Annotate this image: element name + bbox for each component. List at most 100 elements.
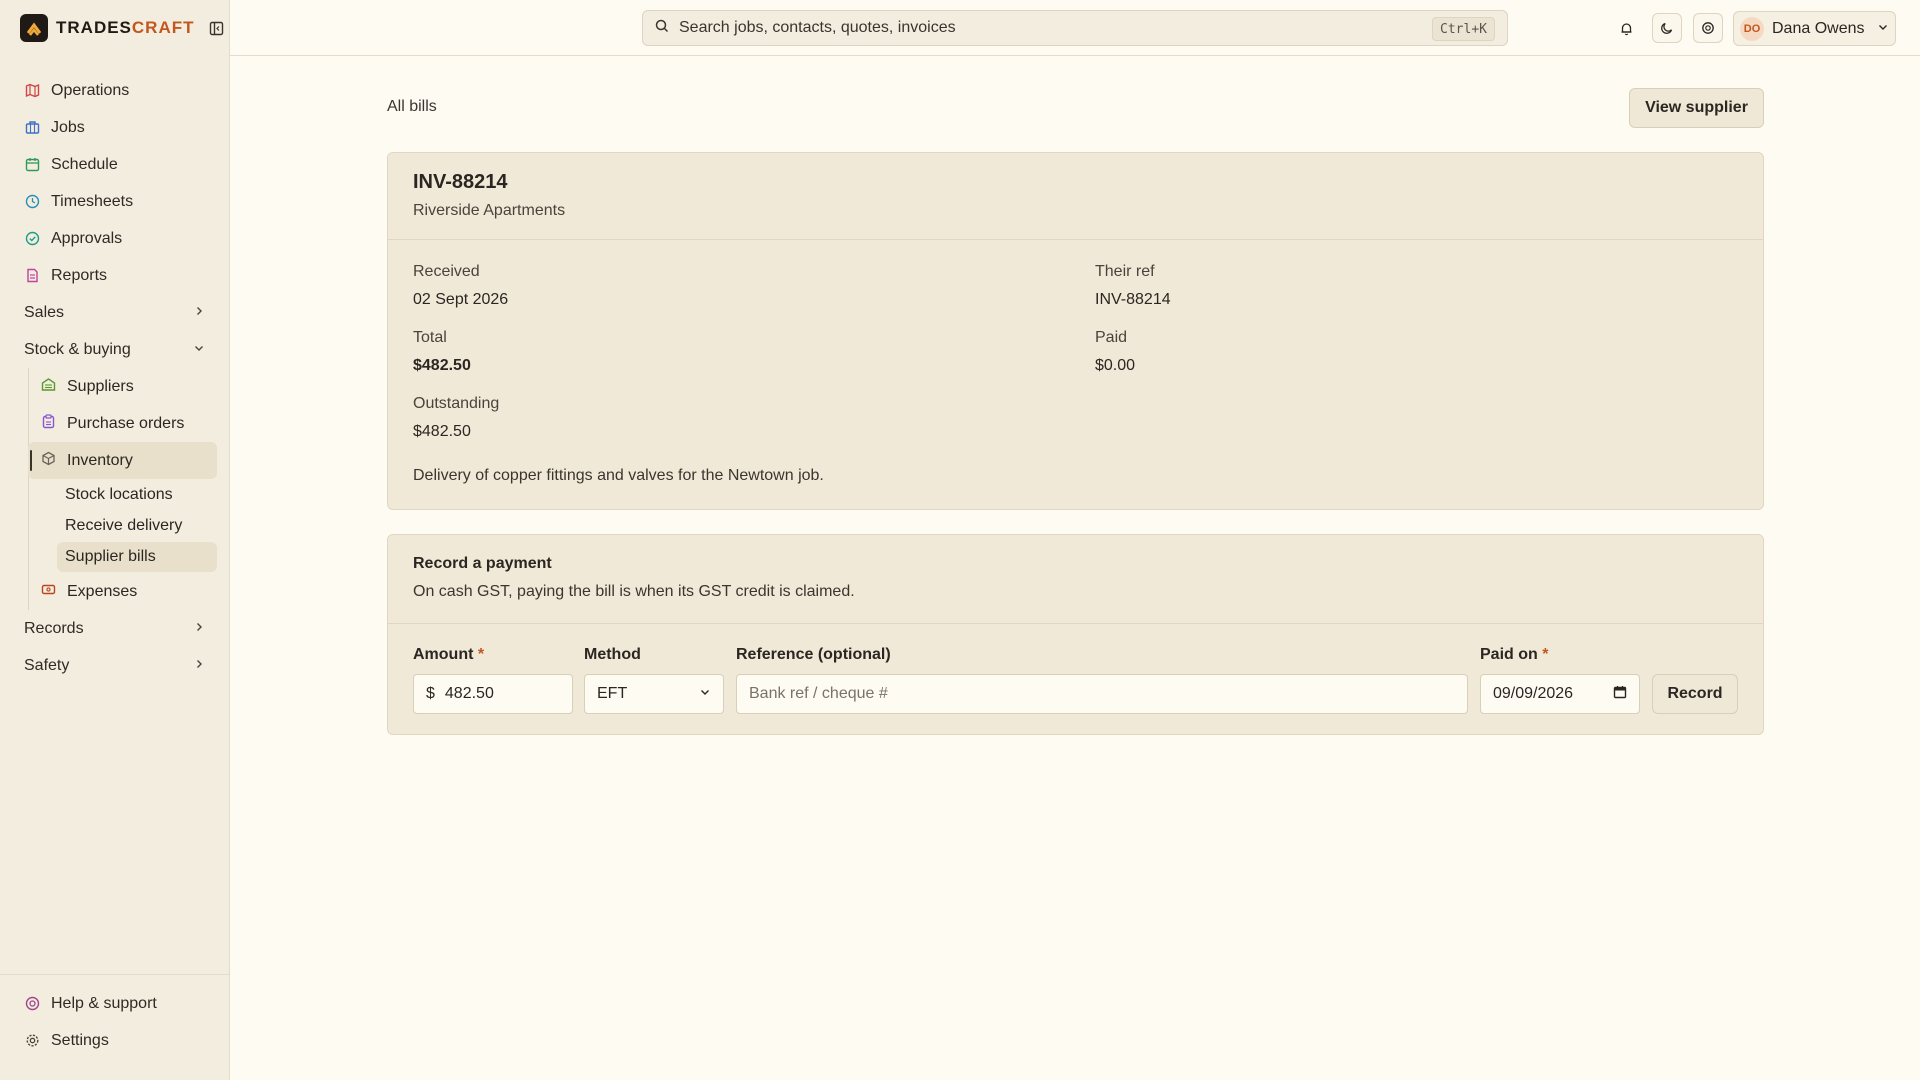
chevron-down-icon <box>193 341 205 359</box>
view-supplier-button[interactable]: View supplier <box>1629 88 1764 128</box>
sidebar-item-jobs[interactable]: Jobs <box>0 109 229 146</box>
field-label: Total <box>413 329 447 346</box>
calendar-icon[interactable] <box>1613 685 1627 704</box>
record-payment-card: Record a payment On cash GST, paying the… <box>387 534 1764 735</box>
search-icon <box>655 19 669 38</box>
record-payment-button[interactable]: Record <box>1652 674 1738 714</box>
sidebar-item-expenses[interactable]: Expenses <box>28 573 217 610</box>
outstanding-value: $482.50 <box>413 423 471 440</box>
breadcrumb-all-bills[interactable]: All bills <box>387 98 437 116</box>
sidebar-item-label: Purchase orders <box>67 414 185 432</box>
sidebar-item-label: Reports <box>51 266 108 284</box>
amount-input[interactable]: $ 482.50 <box>413 674 573 714</box>
wallet-icon <box>41 582 56 602</box>
clipboard-icon <box>41 413 56 434</box>
search-input[interactable]: Search jobs, contacts, quotes, invoices … <box>642 10 1508 46</box>
sidebar-group-sales[interactable]: Sales <box>0 294 229 331</box>
total-value: $482.50 <box>413 357 471 374</box>
bill-header: INV-88214 Riverside Apartments <box>388 153 1763 240</box>
sidebar-item-inventory[interactable]: Inventory <box>28 442 217 479</box>
bill-details-card: INV-88214 Riverside Apartments Received … <box>387 152 1764 510</box>
logo-icon <box>20 14 48 42</box>
their-ref-field: Their ref INV-88214 <box>1095 263 1171 309</box>
payment-title: Record a payment <box>413 555 552 572</box>
received-field: Received 02 Sept 2026 <box>413 263 508 309</box>
chevron-down-icon <box>699 685 711 703</box>
sidebar-item-label: Operations <box>51 81 130 99</box>
sidebar-item-label: Settings <box>51 1031 109 1049</box>
sidebar-item-suppliers[interactable]: Suppliers <box>28 368 217 405</box>
clock-icon <box>24 194 40 210</box>
lifebuoy-icon <box>24 996 40 1012</box>
brand-name: TRADESCRAFT <box>56 18 195 37</box>
report-icon <box>24 268 40 284</box>
user-menu-button[interactable]: DO Dana Owens <box>1733 11 1896 46</box>
method-select[interactable]: EFT <box>584 674 724 714</box>
amount-label: Amount * <box>413 646 485 663</box>
paid-value: $0.00 <box>1095 357 1136 374</box>
paid-field: Paid $0.00 <box>1095 329 1135 375</box>
check-circle-icon <box>24 231 40 247</box>
received-value: 02 Sept 2026 <box>413 291 509 308</box>
sidebar: TRADESCRAFT Operations Jobs Schedule Tim… <box>0 0 230 1080</box>
user-name: Dana Owens <box>1772 19 1865 37</box>
sidebar-item-label: Inventory <box>67 451 133 469</box>
field-label: Paid <box>1095 329 1128 346</box>
payment-header: Record a payment On cash GST, paying the… <box>388 535 1763 624</box>
sidebar-item-label: Receive delivery <box>65 517 183 534</box>
shortcut-hint: Ctrl+K <box>1432 17 1495 41</box>
stock-submenu: Suppliers Purchase orders Inventory Stoc… <box>0 368 229 610</box>
sidebar-item-label: Suppliers <box>67 377 134 395</box>
calendar-icon <box>24 157 40 173</box>
amount-value: 482.50 <box>444 685 494 702</box>
bill-customer: Riverside Apartments <box>413 202 566 219</box>
sidebar-group-records[interactable]: Records <box>0 610 229 647</box>
their-ref-value: INV-88214 <box>1095 291 1171 308</box>
sidebar-item-timesheets[interactable]: Timesheets <box>0 183 229 220</box>
outstanding-field: Outstanding $482.50 <box>413 395 499 441</box>
field-label: Their ref <box>1095 263 1155 280</box>
sidebar-group-stock-buying[interactable]: Stock & buying <box>0 331 229 368</box>
field-label: Outstanding <box>413 395 500 412</box>
currency-symbol: $ <box>426 685 435 702</box>
sidebar-item-label: Expenses <box>67 582 138 600</box>
sidebar-item-label: Timesheets <box>51 192 134 210</box>
sidebar-item-reports[interactable]: Reports <box>0 257 229 294</box>
field-label: Received <box>413 263 480 280</box>
sidebar-group-safety[interactable]: Safety <box>0 647 229 684</box>
method-label: Method <box>584 646 641 663</box>
sidebar-footer: Help & support Settings <box>0 974 229 1059</box>
sidebar-item-approvals[interactable]: Approvals <box>0 220 229 257</box>
sidebar-group-label: Safety <box>24 656 70 674</box>
sidebar-item-label: Jobs <box>51 118 85 136</box>
moon-icon[interactable] <box>1652 13 1682 43</box>
chevron-right-icon <box>193 620 205 638</box>
paid-on-value: 09/09/2026 <box>1493 685 1574 702</box>
chevron-down-icon <box>1877 20 1889 38</box>
sidebar-item-purchase-orders[interactable]: Purchase orders <box>28 405 217 442</box>
payment-subtitle: On cash GST, paying the bill is when its… <box>413 583 855 600</box>
gear-icon <box>24 1033 40 1049</box>
sidebar-item-help[interactable]: Help & support <box>0 985 229 1022</box>
paid-on-date-input[interactable]: 09/09/2026 <box>1480 674 1640 714</box>
bell-icon[interactable] <box>1611 13 1641 43</box>
sidebar-item-supplier-bills[interactable]: Supplier bills <box>57 542 217 572</box>
sidebar-item-label: Approvals <box>51 229 123 247</box>
method-value: EFT <box>597 685 628 702</box>
sidebar-item-stock-locations[interactable]: Stock locations <box>57 480 217 510</box>
bill-number: INV-88214 <box>413 171 508 193</box>
briefcase-icon <box>24 120 40 136</box>
sidebar-nav: Operations Jobs Schedule Timesheets Appr… <box>0 72 229 684</box>
reference-input[interactable]: Bank ref / cheque # <box>736 674 1468 714</box>
sidebar-item-schedule[interactable]: Schedule <box>0 146 229 183</box>
chevron-right-icon <box>193 304 205 322</box>
sidebar-item-operations[interactable]: Operations <box>0 72 229 109</box>
sidebar-item-receive-delivery[interactable]: Receive delivery <box>57 511 217 541</box>
sidebar-toggle-icon[interactable] <box>209 21 224 36</box>
brand[interactable]: TRADESCRAFT <box>20 14 224 42</box>
bill-description: Delivery of copper fittings and valves f… <box>413 467 824 484</box>
sidebar-item-settings[interactable]: Settings <box>0 1022 229 1059</box>
sidebar-item-label: Schedule <box>51 155 118 173</box>
paid-on-label: Paid on * <box>1480 646 1549 663</box>
contrast-icon[interactable] <box>1693 13 1723 43</box>
